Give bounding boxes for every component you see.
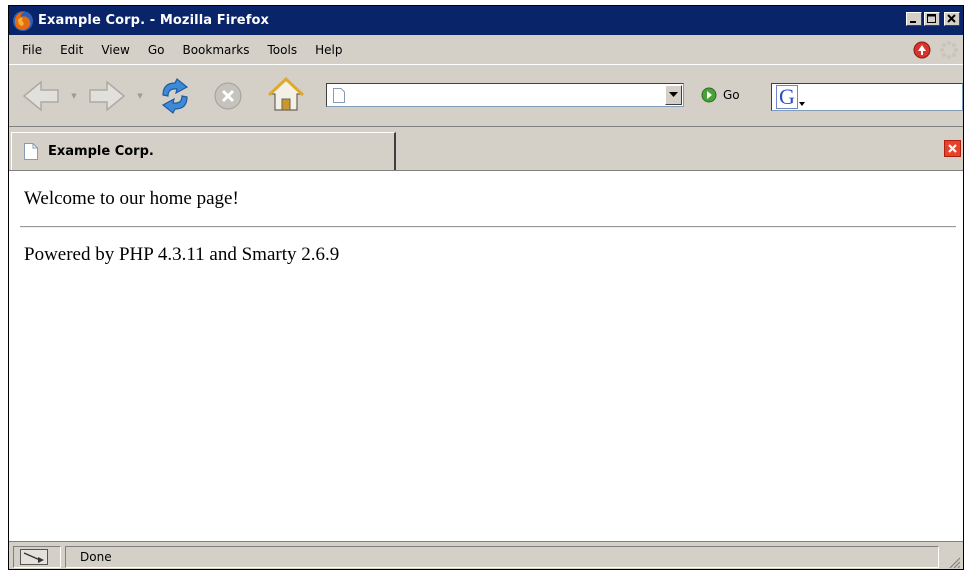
search-engine-selector[interactable]: G <box>776 85 806 109</box>
go-label: Go <box>723 88 740 102</box>
forward-arrow-icon <box>89 80 126 112</box>
back-button[interactable] <box>21 79 61 113</box>
status-text: Done <box>80 550 112 564</box>
window-title: Example Corp. - Mozilla Firefox <box>38 13 269 28</box>
forward-history-dropdown[interactable]: ▼ <box>137 90 143 102</box>
chevron-down-icon <box>798 102 805 106</box>
page-icon <box>24 143 38 160</box>
menu-right-icons <box>913 40 959 63</box>
status-bar: Done <box>9 541 963 569</box>
title-bar: Example Corp. - Mozilla Firefox <box>9 6 963 35</box>
url-input[interactable] <box>349 86 665 104</box>
close-icon <box>947 14 956 23</box>
url-history-dropdown[interactable] <box>665 85 682 105</box>
back-history-dropdown[interactable]: ▼ <box>71 90 77 102</box>
menu-bookmarks[interactable]: Bookmarks <box>173 43 258 57</box>
maximize-icon <box>927 14 936 23</box>
tab-label: Example Corp. <box>48 144 154 159</box>
forward-button[interactable] <box>87 79 127 113</box>
menu-file[interactable]: File <box>13 43 51 57</box>
update-alert-icon[interactable] <box>913 41 931 62</box>
close-tab-button[interactable] <box>944 140 961 157</box>
menu-tools[interactable]: Tools <box>259 43 307 57</box>
page-content: Welcome to our home page! Powered by PHP… <box>9 170 963 541</box>
close-window-button[interactable] <box>944 12 960 26</box>
firefox-icon <box>12 10 34 32</box>
back-arrow-icon <box>22 80 59 112</box>
go-arrow-icon <box>701 87 717 103</box>
go-button[interactable]: Go <box>701 87 740 103</box>
tab-bar: Example Corp. <box>9 126 963 170</box>
navigation-toolbar: ▼ ▼ Go G <box>9 64 963 126</box>
powered-by-text: Powered by PHP 4.3.11 and Smarty 2.6.9 <box>24 244 340 265</box>
menu-bar: File Edit View Go Bookmarks Tools Help <box>9 35 963 64</box>
minimize-button[interactable] <box>906 12 922 26</box>
reload-button[interactable] <box>155 77 195 115</box>
status-text-panel: Done <box>65 546 939 568</box>
browser-window: Example Corp. - Mozilla Firefox File Edi… <box>8 5 964 570</box>
search-input[interactable] <box>806 88 962 106</box>
maximize-button[interactable] <box>924 12 940 26</box>
close-icon <box>948 144 957 153</box>
resize-grip-icon[interactable] <box>947 555 961 569</box>
menu-edit[interactable]: Edit <box>51 43 92 57</box>
stop-icon <box>214 82 242 110</box>
reload-icon <box>161 78 189 114</box>
menu-go[interactable]: Go <box>139 43 174 57</box>
minimize-icon <box>910 21 916 23</box>
horizontal-rule <box>20 226 956 228</box>
chevron-down-icon <box>669 92 678 97</box>
welcome-text: Welcome to our home page! <box>24 188 239 209</box>
page-icon <box>333 87 345 103</box>
throbber-icon <box>939 40 959 63</box>
search-box[interactable]: G <box>771 83 963 111</box>
menu-view[interactable]: View <box>92 43 138 57</box>
connection-icon <box>20 549 48 565</box>
window-controls <box>906 12 960 26</box>
url-bar[interactable] <box>326 83 684 107</box>
menu-help[interactable]: Help <box>306 43 351 57</box>
tab-example-corp[interactable]: Example Corp. <box>11 132 396 170</box>
stop-button[interactable] <box>213 81 243 111</box>
home-icon <box>267 76 305 111</box>
home-button[interactable] <box>267 76 305 114</box>
status-icon-panel <box>13 546 61 568</box>
google-icon: G <box>776 85 798 109</box>
